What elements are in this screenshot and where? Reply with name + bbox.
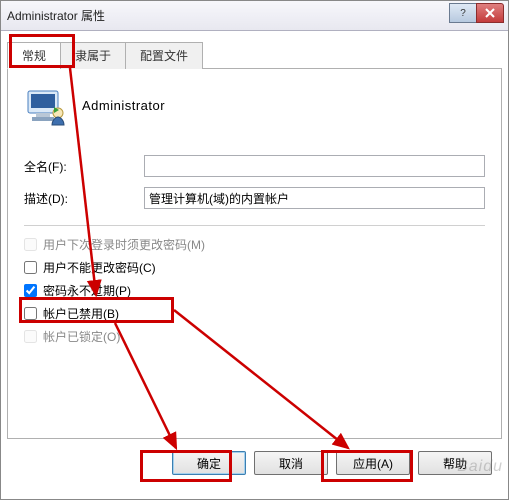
button-bar: 确定 取消 应用(A) 帮助 [7, 439, 502, 487]
check-must-change-row: 用户下次登录时须更改密码(M) [24, 236, 485, 253]
window-title: Administrator 属性 [7, 7, 105, 24]
check-never-expire[interactable] [24, 284, 37, 297]
check-account-locked-row: 帐户已锁定(O) [24, 328, 485, 345]
divider [24, 225, 485, 226]
tab-profile[interactable]: 配置文件 [125, 42, 203, 69]
tab-content-general: Administrator 全名(F): 描述(D): 用户下次登录时须更改密码… [7, 69, 502, 439]
check-account-disabled-row: 帐户已禁用(B) [24, 305, 485, 322]
description-input[interactable] [144, 187, 485, 209]
close-icon [485, 8, 495, 18]
client-area: 常规 隶属于 配置文件 Administrator [1, 31, 508, 499]
description-label: 描述(D): [24, 190, 144, 207]
check-must-change-label: 用户下次登录时须更改密码(M) [43, 236, 205, 253]
close-window-button[interactable] [476, 3, 504, 23]
description-row: 描述(D): [24, 187, 485, 209]
ok-button[interactable]: 确定 [172, 451, 246, 475]
check-cannot-change[interactable] [24, 261, 37, 274]
fullname-label: 全名(F): [24, 158, 144, 175]
check-must-change [24, 238, 37, 251]
apply-button[interactable]: 应用(A) [336, 451, 410, 475]
check-never-expire-label: 密码永不过期(P) [43, 282, 131, 299]
check-never-expire-row: 密码永不过期(P) [24, 282, 485, 299]
check-account-locked-label: 帐户已锁定(O) [43, 328, 120, 345]
cancel-button[interactable]: 取消 [254, 451, 328, 475]
fullname-input[interactable] [144, 155, 485, 177]
help-button[interactable]: 帮助 [418, 451, 492, 475]
window-controls: ? [450, 3, 504, 23]
help-window-button[interactable]: ? [449, 3, 477, 23]
properties-window: Administrator 属性 ? 常规 隶属于 配置文件 [0, 0, 509, 500]
check-account-disabled-label: 帐户已禁用(B) [43, 305, 119, 322]
fullname-row: 全名(F): [24, 155, 485, 177]
check-account-locked [24, 330, 37, 343]
tab-general[interactable]: 常规 [7, 42, 61, 69]
user-header: Administrator [24, 83, 485, 145]
check-account-disabled[interactable] [24, 307, 37, 320]
tab-memberof[interactable]: 隶属于 [60, 42, 126, 69]
check-cannot-change-row: 用户不能更改密码(C) [24, 259, 485, 276]
user-name-label: Administrator [82, 98, 165, 113]
tab-strip: 常规 隶属于 配置文件 [7, 41, 502, 69]
check-cannot-change-label: 用户不能更改密码(C) [43, 259, 156, 276]
titlebar: Administrator 属性 ? [1, 1, 508, 31]
user-icon [24, 83, 68, 127]
